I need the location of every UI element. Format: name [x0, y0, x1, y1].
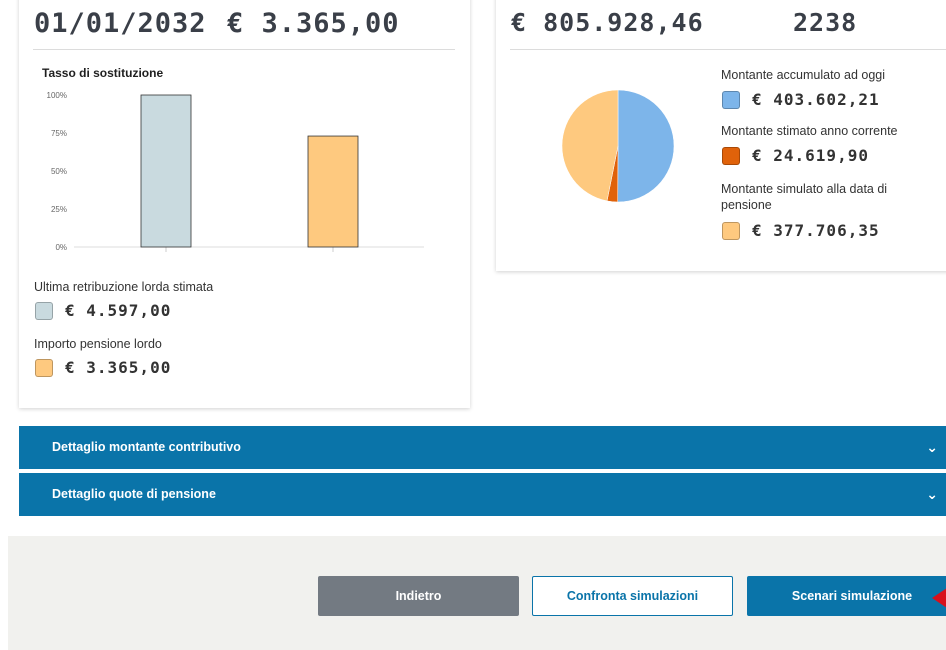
legend-swatch-simulated — [722, 222, 740, 240]
replacement-rate-bar-chart: 0% 25% 50% 75% 100% — [47, 91, 424, 252]
legend-value-simulated: € 377.706,35 — [752, 221, 880, 240]
montante-total: € 805.928,46 — [511, 8, 704, 37]
y-tick-label: 0% — [55, 243, 67, 252]
pension-amount: € 3.365,00 — [227, 8, 400, 39]
y-tick-label: 25% — [51, 205, 67, 214]
legend-value-salary: € 4.597,00 — [65, 301, 172, 320]
montante-count: 2238 — [793, 8, 858, 37]
pie-slice — [561, 89, 619, 202]
legend-value-current-year: € 24.619,90 — [752, 146, 869, 165]
pie-slice — [617, 89, 675, 203]
legend-swatch-current-year — [722, 147, 740, 165]
divider — [510, 49, 946, 50]
legend-swatch-accumulated — [722, 91, 740, 109]
legend-label-simulated: Montante simulato alla data di pensione — [721, 182, 888, 213]
legend-label-salary: Ultima retribuzione lorda stimata — [34, 280, 214, 294]
back-button[interactable]: Indietro — [318, 576, 519, 616]
retirement-date: 01/01/2032 — [34, 8, 207, 39]
legend-label-pension: Importo pensione lordo — [34, 337, 162, 351]
legend-swatch-salary — [35, 302, 53, 320]
legend-value-accumulated: € 403.602,21 — [752, 90, 880, 109]
accordion-label: Dettaglio montante contributivo — [52, 440, 241, 454]
accordion-montante-contributivo[interactable]: Dettaglio montante contributivo ⌄ — [19, 426, 946, 469]
chevron-down-icon: ⌄ — [926, 439, 938, 455]
legend-label-accumulated: Montante accumulato ad oggi — [721, 68, 885, 82]
chevron-down-icon: ⌄ — [926, 486, 938, 502]
legend-label-current-year: Montante stimato anno corrente — [721, 124, 898, 138]
accordion-quote-pensione[interactable]: Dettaglio quote di pensione ⌄ — [19, 473, 946, 516]
accordion-label: Dettaglio quote di pensione — [52, 487, 216, 501]
y-tick-label: 100% — [47, 91, 67, 100]
divider — [33, 49, 455, 50]
y-tick-label: 75% — [51, 129, 67, 138]
legend-value-pension: € 3.365,00 — [65, 358, 172, 377]
pointer-marker-icon — [932, 586, 946, 610]
simulation-scenarios-button[interactable]: Scenari simulazione — [747, 576, 946, 616]
replacement-rate-card: 01/01/2032 € 3.365,00 Tasso di sostituzi… — [19, 0, 470, 408]
legend-swatch-pension — [35, 359, 53, 377]
compare-simulations-button[interactable]: Confronta simulazioni — [532, 576, 733, 616]
montante-pie-chart — [561, 89, 675, 203]
bar — [307, 135, 359, 248]
bar — [140, 94, 192, 248]
montante-card: € 805.928,46 2238 Montante accumulato ad… — [496, 0, 946, 271]
y-tick-label: 50% — [51, 167, 67, 176]
